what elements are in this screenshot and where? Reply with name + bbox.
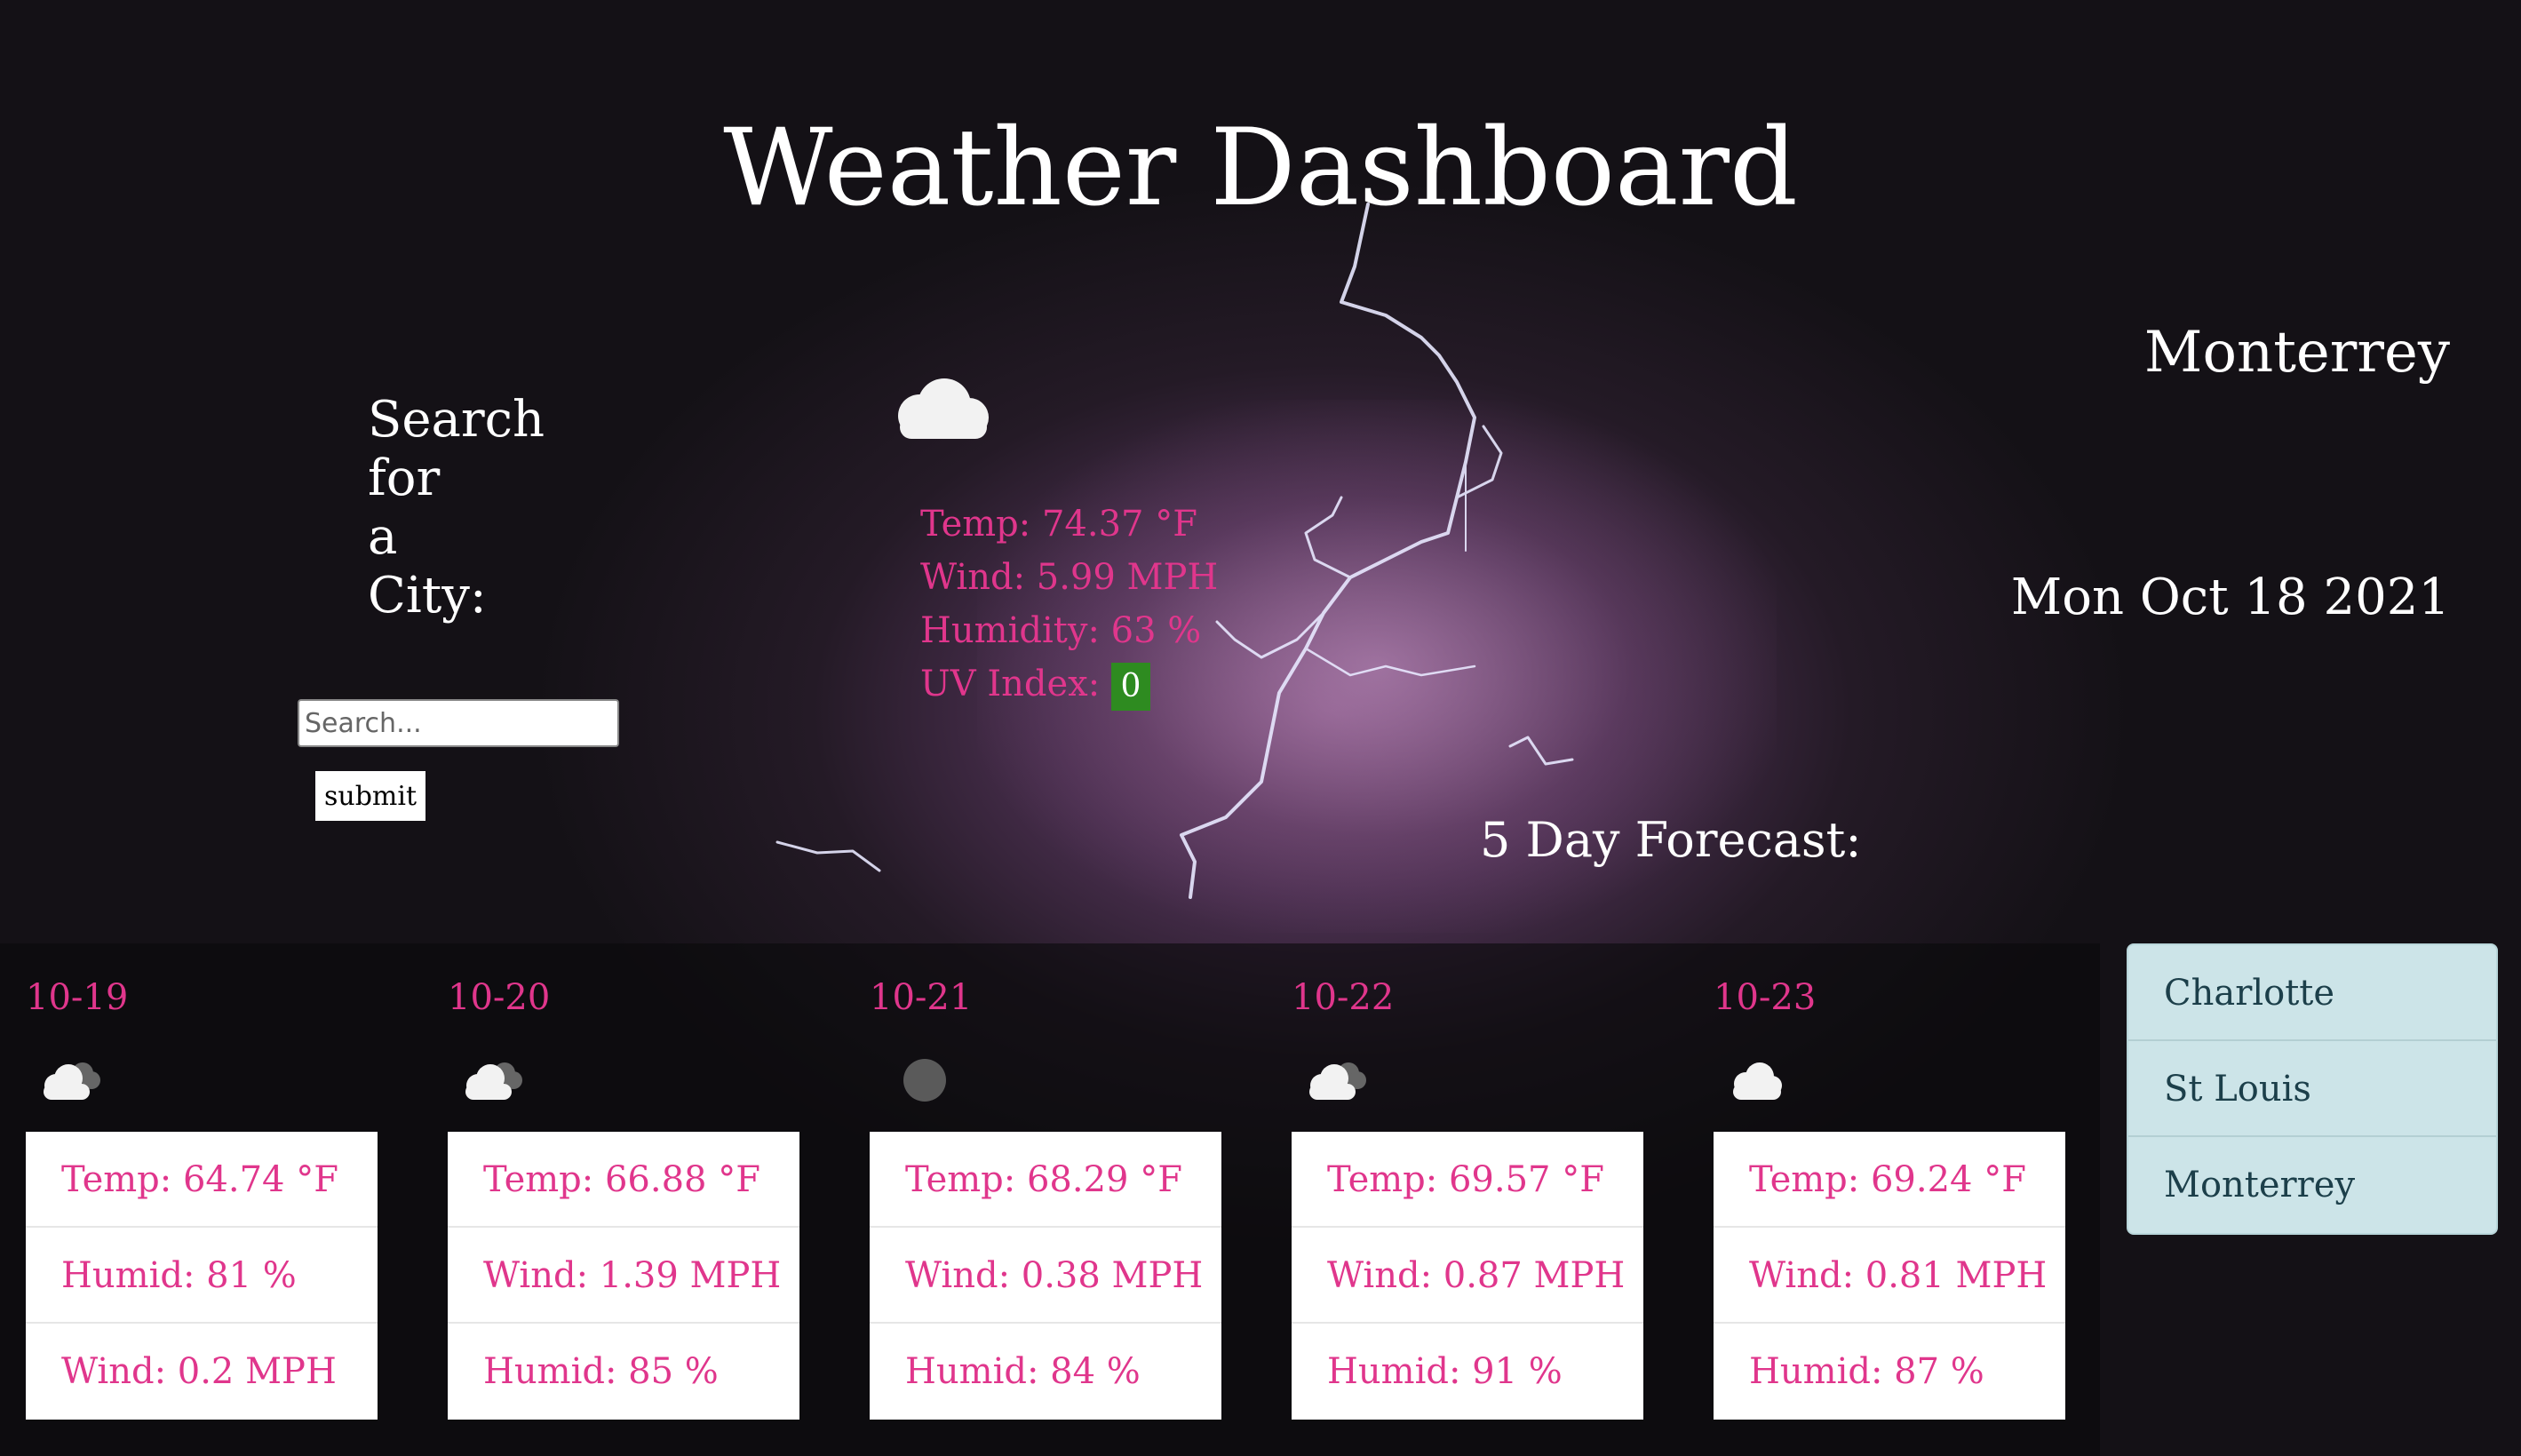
current-uv: UV Index: 0 bbox=[920, 657, 1218, 711]
forecast-line: Temp: 69.57 °F bbox=[1292, 1132, 1643, 1228]
forecast-line: Wind: 0.2 MPH bbox=[61, 1351, 337, 1392]
forecast-card: Temp: 66.88 °F Wind: 1.39 MPH Humid: 85 … bbox=[448, 1132, 799, 1420]
forecast-line: Humid: 87 % bbox=[1749, 1351, 1984, 1392]
history-item-charlotte[interactable]: Charlotte bbox=[2128, 945, 2496, 1041]
forecast-title: 5 Day Forecast: bbox=[1480, 812, 1862, 868]
partly-cloudy-icon bbox=[1302, 1057, 1370, 1107]
history-item-st-louis[interactable]: St Louis bbox=[2128, 1041, 2496, 1137]
forecast-card: Temp: 69.57 °F Wind: 0.87 MPH Humid: 91 … bbox=[1292, 1132, 1643, 1420]
forecast-line: Humid: 91 % bbox=[1327, 1351, 1563, 1392]
current-weather-info: Temp: 74.37 °F Wind: 5.99 MPH Humidity: … bbox=[920, 497, 1218, 711]
search-label-line: a bbox=[368, 508, 398, 566]
forecast-line: Wind: 0.81 MPH bbox=[1714, 1228, 2065, 1324]
forecast-line: Temp: 64.74 °F bbox=[26, 1132, 378, 1228]
overcast-icon bbox=[880, 1057, 948, 1107]
partly-cloudy-icon bbox=[36, 1057, 104, 1107]
forecast-line: Temp: 68.29 °F bbox=[870, 1132, 1221, 1228]
forecast-date: 10-22 bbox=[1292, 977, 1395, 1018]
search-label-line: City: bbox=[368, 567, 487, 625]
forecast-date: 10-23 bbox=[1714, 977, 1817, 1018]
current-date: Mon Oct 18 2021 bbox=[2010, 569, 2450, 626]
page-title: Weather Dashboard bbox=[723, 107, 1798, 230]
forecast-card: Temp: 64.74 °F Humid: 81 % Wind: 0.2 MPH bbox=[26, 1132, 378, 1420]
history-item-monterrey[interactable]: Monterrey bbox=[2128, 1137, 2496, 1233]
forecast-date: 10-21 bbox=[870, 977, 973, 1018]
forecast-line: Humid: 85 % bbox=[483, 1351, 719, 1392]
forecast-line: Wind: 0.38 MPH bbox=[870, 1228, 1221, 1324]
forecast-line: Temp: 66.88 °F bbox=[448, 1132, 799, 1228]
current-temp: Temp: 74.37 °F bbox=[920, 504, 1197, 545]
partly-cloudy-icon bbox=[458, 1057, 526, 1107]
forecast-card: Temp: 69.24 °F Wind: 0.81 MPH Humid: 87 … bbox=[1714, 1132, 2065, 1420]
search-input[interactable] bbox=[298, 699, 619, 747]
uv-badge: 0 bbox=[1110, 663, 1150, 711]
cloud-icon bbox=[884, 373, 999, 448]
forecast-line: Wind: 0.87 MPH bbox=[1292, 1228, 1643, 1324]
current-city-name: Monterrey bbox=[2143, 320, 2450, 386]
current-wind: Wind: 5.99 MPH bbox=[920, 557, 1219, 598]
search-label: Search for a City: bbox=[368, 391, 545, 625]
cloud-icon bbox=[1724, 1057, 1792, 1107]
search-label-line: for bbox=[368, 450, 441, 507]
search-history-list: Charlotte St Louis Monterrey bbox=[2127, 943, 2498, 1235]
forecast-line: Humid: 84 % bbox=[905, 1351, 1141, 1392]
forecast-line: Temp: 69.24 °F bbox=[1714, 1132, 2065, 1228]
forecast-date: 10-20 bbox=[448, 977, 551, 1018]
uv-label: UV Index: bbox=[920, 664, 1101, 704]
current-humidity: Humidity: 63 % bbox=[920, 610, 1202, 651]
search-label-line: Search bbox=[368, 391, 545, 449]
forecast-card: Temp: 68.29 °F Wind: 0.38 MPH Humid: 84 … bbox=[870, 1132, 1221, 1420]
forecast-line: Humid: 81 % bbox=[26, 1228, 378, 1324]
forecast-line: Wind: 1.39 MPH bbox=[448, 1228, 799, 1324]
forecast-date: 10-19 bbox=[26, 977, 129, 1018]
submit-button[interactable]: submit bbox=[315, 771, 425, 821]
